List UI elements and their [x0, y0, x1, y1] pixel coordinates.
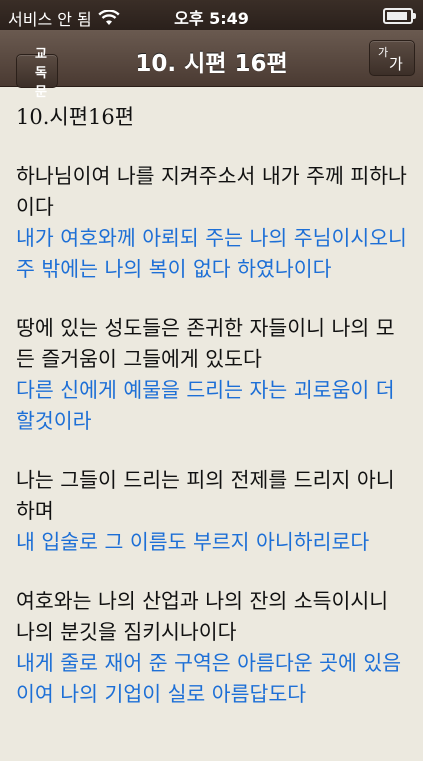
verse-leader-text: 나는 그들이 드리는 피의 전제를 드리지 아니하며	[16, 468, 395, 523]
verse-leader-text: 땅에 있는 성도들은 존귀한 자들이니 나의 모든 즐거움이 그들에게 있도다	[16, 316, 395, 371]
font-small-glyph: 가	[378, 46, 389, 59]
verse-response-text: 내게 줄로 재어 준 구역은 아름다운 곳에 있음이여 나의 기업이 실로 아름…	[16, 651, 402, 706]
verse-response-text: 내 입술로 그 이름도 부르지 아니하리로다	[16, 530, 370, 554]
verse-block: 땅에 있는 성도들은 존귀한 자들이니 나의 모든 즐거움이 그들에게 있도다 …	[16, 313, 407, 437]
status-bar: 서비스 안 됨 오후 5:49	[0, 0, 423, 30]
font-size-button[interactable]: 가 가	[369, 40, 415, 76]
verse-response-text: 다른 신에게 예물을 드리는 자는 괴로움이 더 할것이라	[16, 378, 395, 433]
verse-block: 여호와는 나의 산업과 나의 잔의 소득이시니 나의 분깃을 짐키시나이다 내게…	[16, 586, 407, 710]
navigation-bar: 교독문 10. 시편 16편 가 가	[0, 30, 423, 100]
font-big-glyph: 가	[389, 55, 403, 73]
content-heading: 10.시편16편	[16, 105, 135, 129]
verse-leader-text: 여호와는 나의 산업과 나의 잔의 소득이시니 나의 분깃을 짐키시나이다	[16, 589, 389, 644]
page-title: 10. 시편 16편	[135, 51, 288, 77]
verse-block: 하나님이여 나를 지켜주소서 내가 주께 피하나이다 내가 여호와께 아뢰되 주…	[16, 161, 407, 285]
verse-response-text: 내가 여호와께 아뢰되 주는 나의 주님이시오니 주 밖에는 나의 복이 없다 …	[16, 226, 407, 281]
verse-leader-text: 하나님이여 나를 지켜주소서 내가 주께 피하나이다	[16, 164, 407, 219]
verse-block: 나는 그들이 드리는 피의 전제를 드리지 아니하며 내 입술로 그 이름도 부…	[16, 465, 407, 558]
status-time: 오후 5:49	[174, 9, 249, 28]
reading-content[interactable]: 10.시편16편 하나님이여 나를 지켜주소서 내가 주께 피하나이다 내가 여…	[0, 87, 423, 761]
battery-icon	[383, 8, 416, 24]
